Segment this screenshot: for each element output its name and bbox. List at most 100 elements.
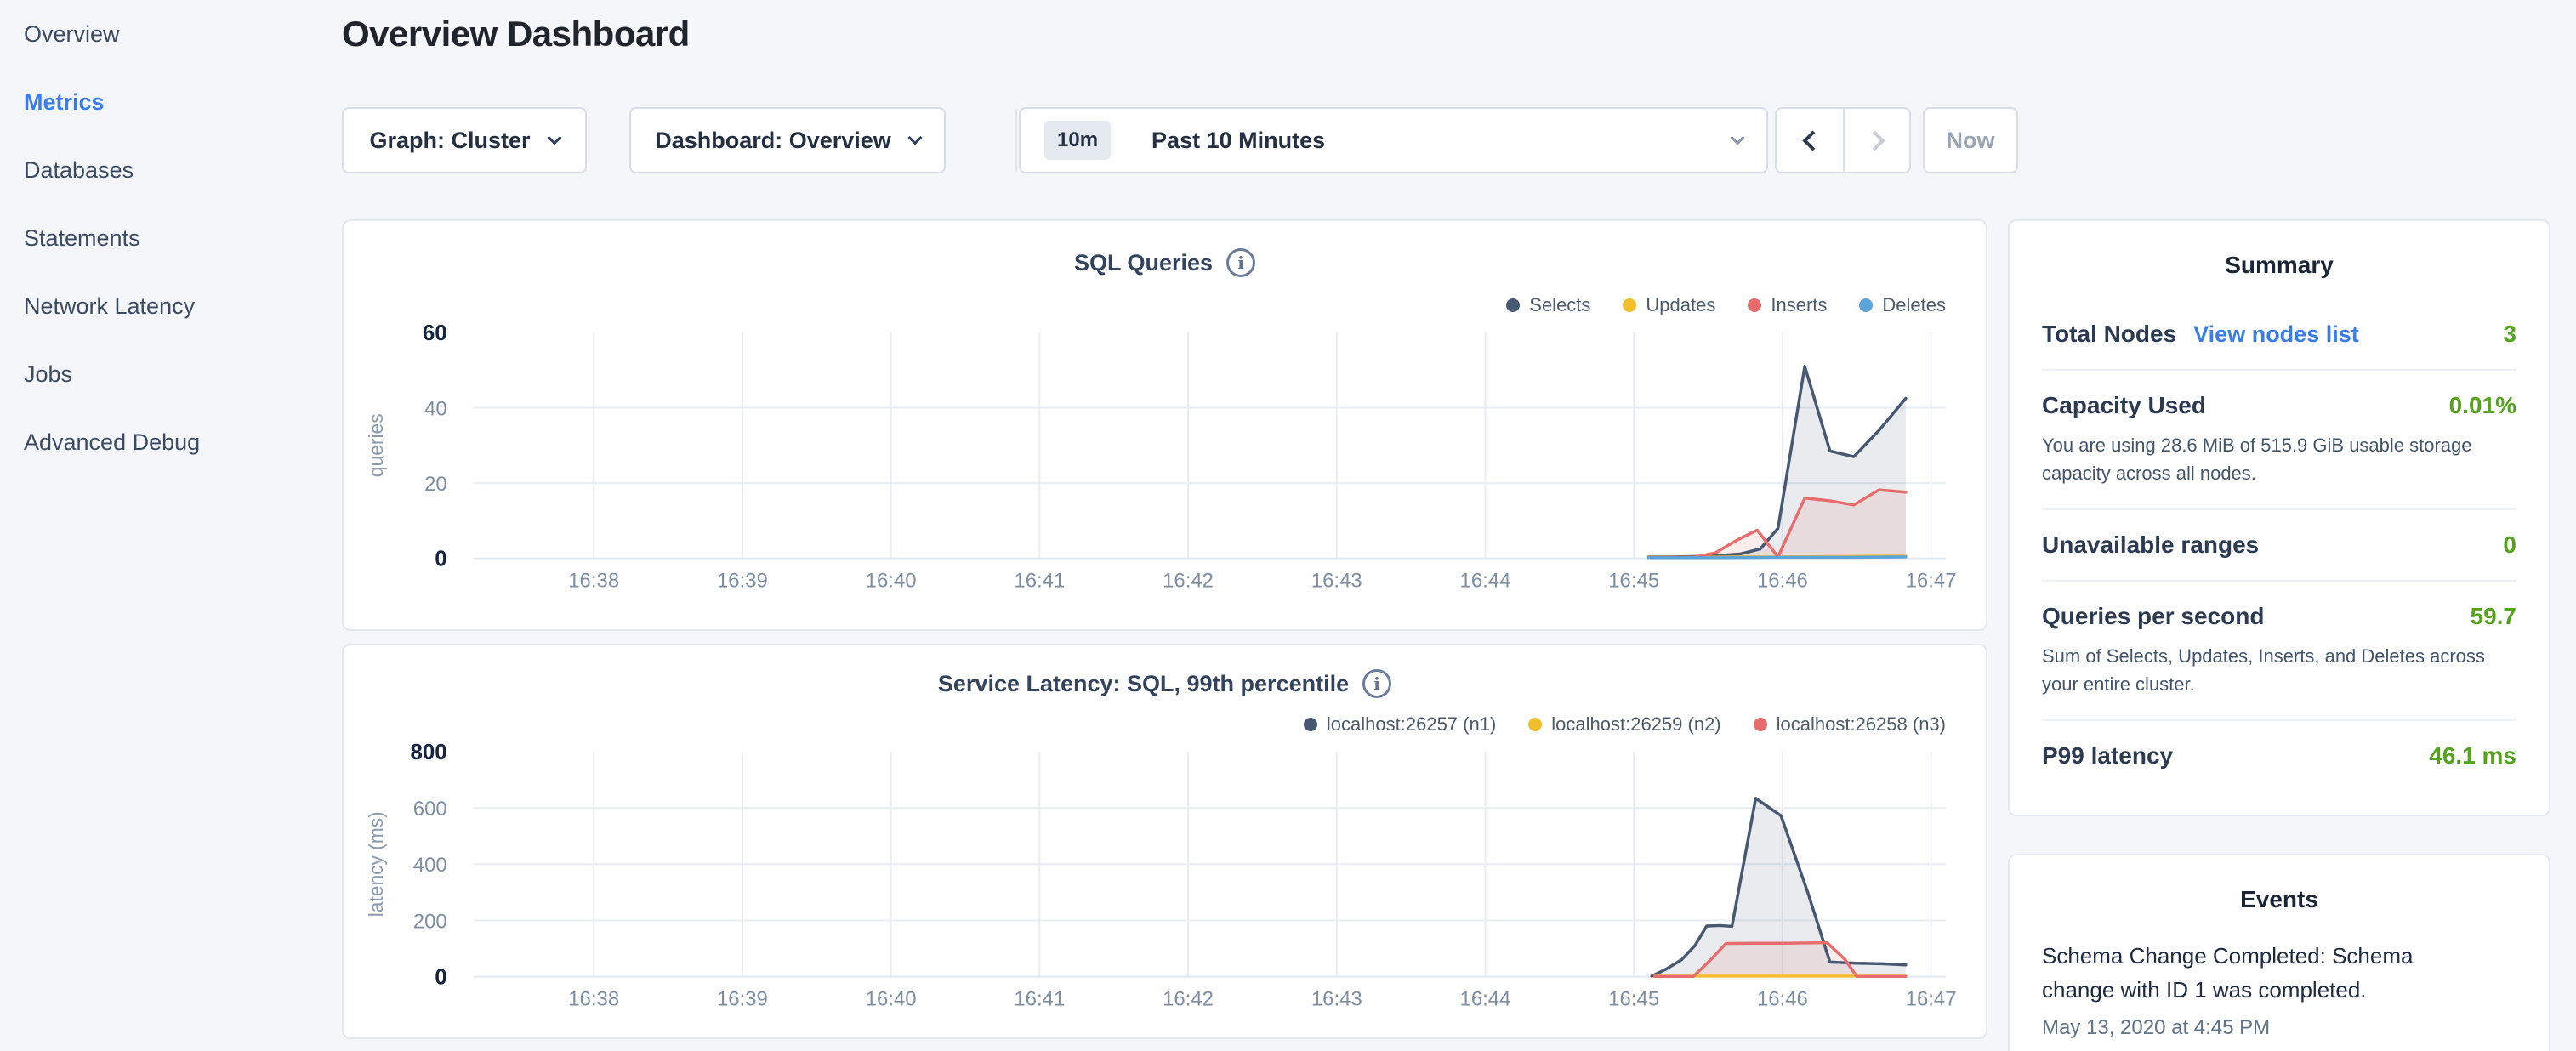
- summary-row-label: P99 latency: [2042, 742, 2173, 770]
- legend-item[interactable]: Inserts: [1748, 294, 1827, 316]
- summary-row-value: 59.7: [2471, 603, 2517, 630]
- svg-text:800: 800: [410, 741, 446, 764]
- legend-dot-icon: [1754, 718, 1767, 731]
- svg-text:40: 40: [424, 397, 447, 420]
- chart-legend: localhost:26257 (n1) localhost:26259 (n2)…: [1304, 713, 1946, 736]
- sidebar-item-network-latency[interactable]: Network Latency: [0, 272, 340, 340]
- legend-label: localhost:26259 (n2): [1551, 713, 1720, 736]
- event-item: Schema Change Completed: Schema change w…: [2042, 939, 2516, 1040]
- dashboard-selector-label: Dashboard: Overview: [655, 128, 891, 154]
- legend-dot-icon: [1506, 298, 1520, 312]
- event-text: Schema Change Completed: Schema change w…: [2042, 939, 2423, 1008]
- legend-item[interactable]: Updates: [1623, 294, 1715, 316]
- sidebar-item-metrics[interactable]: Metrics: [0, 68, 340, 136]
- legend-dot-icon: [1304, 718, 1317, 731]
- svg-text:16:42: 16:42: [1163, 987, 1214, 1010]
- legend-item[interactable]: Selects: [1506, 294, 1590, 316]
- sql-queries-chart-card: 16:3816:3916:4016:4116:4216:4316:4416:45…: [342, 219, 1987, 631]
- graph-selector-dropdown[interactable]: Graph: Cluster: [342, 107, 587, 173]
- summary-rows: Total NodesView nodes list3Capacity Used…: [2042, 299, 2516, 791]
- svg-text:16:44: 16:44: [1460, 987, 1511, 1010]
- svg-text:16:38: 16:38: [568, 569, 619, 592]
- legend-item[interactable]: Deletes: [1859, 294, 1946, 316]
- info-icon[interactable]: i: [1226, 248, 1255, 277]
- svg-text:16:40: 16:40: [866, 569, 917, 592]
- chevron-down-icon: [547, 131, 561, 145]
- summary-title: Summary: [2010, 252, 2549, 279]
- legend-label: localhost:26258 (n3): [1777, 713, 1946, 736]
- summary-row: Unavailable ranges0: [2042, 508, 2516, 580]
- chart-legend: Selects Updates Inserts Deletes: [1506, 294, 1946, 316]
- svg-text:200: 200: [413, 910, 447, 933]
- now-button[interactable]: Now: [1923, 107, 2018, 173]
- sidebar-item-jobs[interactable]: Jobs: [0, 340, 340, 408]
- summary-row-label: Queries per second: [2042, 603, 2264, 630]
- graph-selector-label: Graph: Cluster: [369, 128, 530, 154]
- svg-text:16:43: 16:43: [1311, 987, 1362, 1010]
- legend-dot-icon: [1859, 298, 1873, 312]
- service-latency-plot[interactable]: 16:3816:3916:4016:4116:4216:4316:4416:45…: [344, 645, 1986, 1037]
- chevron-left-icon: [1802, 130, 1823, 151]
- summary-row-label: Unavailable ranges: [2042, 531, 2259, 559]
- svg-text:16:39: 16:39: [717, 987, 768, 1010]
- legend-label: Inserts: [1771, 294, 1827, 316]
- svg-text:16:39: 16:39: [717, 569, 768, 592]
- sidebar-item-overview[interactable]: Overview: [0, 0, 340, 68]
- svg-text:0: 0: [435, 548, 446, 571]
- time-range-badge: 10m: [1044, 121, 1111, 160]
- sidebar-item-advanced-debug[interactable]: Advanced Debug: [0, 408, 340, 476]
- dashboard-selector-dropdown[interactable]: Dashboard: Overview: [629, 107, 946, 173]
- summary-panel: Summary Total NodesView nodes list3Capac…: [2008, 219, 2550, 816]
- legend-dot-icon: [1623, 298, 1636, 312]
- summary-row: Total NodesView nodes list3: [2042, 299, 2516, 369]
- legend-label: Deletes: [1882, 294, 1946, 316]
- view-nodes-list-link[interactable]: View nodes list: [2193, 321, 2359, 348]
- svg-text:16:42: 16:42: [1163, 569, 1214, 592]
- svg-text:16:41: 16:41: [1014, 987, 1065, 1010]
- svg-text:16:38: 16:38: [568, 987, 619, 1010]
- legend-label: Selects: [1529, 294, 1590, 316]
- svg-text:16:45: 16:45: [1608, 569, 1659, 592]
- event-timestamp: May 13, 2020 at 4:45 PM: [2042, 1016, 2516, 1040]
- svg-text:0: 0: [435, 966, 446, 990]
- chevron-down-icon: [1731, 131, 1745, 145]
- summary-row-label: Total Nodes: [2042, 321, 2176, 348]
- legend-item[interactable]: localhost:26259 (n2): [1528, 713, 1720, 736]
- info-icon[interactable]: i: [1362, 669, 1391, 698]
- svg-text:16:47: 16:47: [1906, 987, 1957, 1010]
- summary-row: P99 latency46.1 ms: [2042, 719, 2516, 791]
- sql-queries-plot[interactable]: 16:3816:3916:4016:4116:4216:4316:4416:45…: [344, 221, 1986, 629]
- db-console-page: Overview Metrics Databases Statements Ne…: [0, 0, 2576, 1051]
- legend-item[interactable]: localhost:26258 (n3): [1754, 713, 1946, 736]
- legend-label: localhost:26257 (n1): [1327, 713, 1496, 736]
- svg-text:16:46: 16:46: [1757, 569, 1808, 592]
- svg-text:16:46: 16:46: [1757, 987, 1808, 1010]
- sidebar: Overview Metrics Databases Statements Ne…: [0, 0, 340, 1051]
- legend-dot-icon: [1528, 718, 1542, 731]
- sidebar-item-statements[interactable]: Statements: [0, 204, 340, 272]
- toolbar-divider: [1015, 109, 1017, 172]
- chart-header: Service Latency: SQL, 99th percentile i: [344, 669, 1986, 698]
- legend-dot-icon: [1748, 298, 1761, 312]
- time-range-step-buttons: [1775, 107, 1911, 173]
- svg-text:16:45: 16:45: [1608, 987, 1659, 1010]
- time-range-selector[interactable]: 10m Past 10 Minutes: [1019, 107, 1768, 173]
- svg-text:16:41: 16:41: [1014, 569, 1065, 592]
- summary-row: Queries per second59.7Sum of Selects, Up…: [2042, 580, 2516, 719]
- svg-text:latency (ms): latency (ms): [365, 811, 387, 917]
- chevron-down-icon: [907, 131, 922, 145]
- next-range-button[interactable]: [1843, 109, 1909, 172]
- summary-row-description: You are using 28.6 MiB of 515.9 GiB usab…: [2042, 431, 2516, 487]
- page-title: Overview Dashboard: [342, 14, 690, 54]
- events-title: Events: [2010, 886, 2549, 913]
- chart-title: SQL Queries: [1074, 250, 1213, 276]
- prev-range-button[interactable]: [1777, 109, 1843, 172]
- service-latency-chart-card: 16:3816:3916:4016:4116:4216:4316:4416:45…: [342, 644, 1987, 1039]
- svg-text:20: 20: [424, 473, 447, 496]
- chart-title: Service Latency: SQL, 99th percentile: [938, 671, 1349, 697]
- summary-row: Capacity Used0.01%You are using 28.6 MiB…: [2042, 369, 2516, 508]
- sidebar-item-databases[interactable]: Databases: [0, 136, 340, 204]
- legend-item[interactable]: localhost:26257 (n1): [1304, 713, 1496, 736]
- time-range-label: Past 10 Minutes: [1152, 128, 1325, 154]
- svg-text:600: 600: [413, 798, 447, 821]
